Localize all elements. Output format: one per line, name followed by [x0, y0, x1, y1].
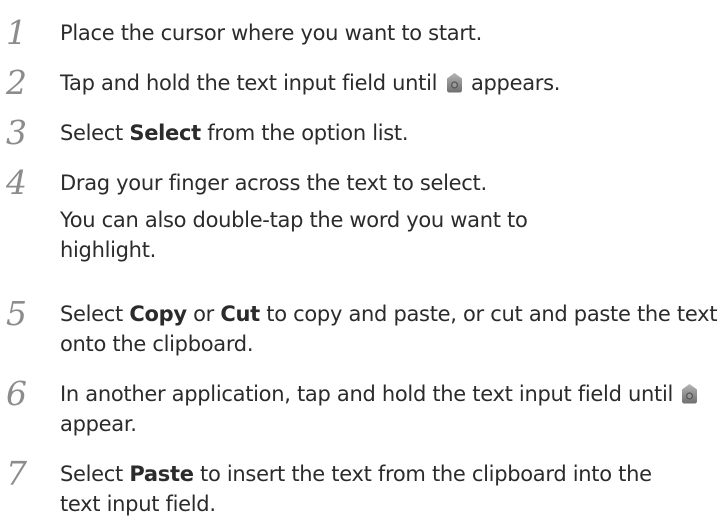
- step-text: Select Select from the option list.: [60, 118, 720, 148]
- step-text: In another application, tap and hold the…: [60, 379, 720, 439]
- step-text: Tap and hold the text input field until …: [60, 68, 720, 98]
- option-select-label: Select: [129, 121, 201, 145]
- instruction-steps: 1 Place the cursor where you want to sta…: [0, 0, 722, 523]
- step-text: Place the cursor where you want to start…: [60, 18, 720, 48]
- cursor-handle-icon: [681, 384, 698, 404]
- step-text: Select Copy or Cut to copy and paste, or…: [60, 299, 720, 359]
- step-number: 1: [6, 13, 27, 52]
- step-4-subtext: You can also double-tap the word you wan…: [60, 208, 528, 262]
- step-6-text-before: In another application, tap and hold the…: [60, 382, 674, 406]
- option-cut-label: Cut: [220, 302, 260, 326]
- step-number: 3: [6, 113, 27, 152]
- step-number: 2: [6, 63, 27, 102]
- step-3-text-after: from the option list.: [200, 121, 409, 145]
- option-paste-label: Paste: [129, 462, 194, 486]
- step-number: 5: [6, 294, 27, 333]
- step-3-text-before: Select: [60, 121, 130, 145]
- step-number: 6: [6, 374, 27, 413]
- step-2-text-before: Tap and hold the text input field until: [60, 71, 438, 95]
- step-1-text: Place the cursor where you want to start…: [60, 21, 482, 45]
- step-number: 7: [6, 454, 27, 493]
- step-7-text-before: Select: [60, 462, 130, 486]
- cursor-handle-icon: [446, 73, 463, 93]
- step-text: Drag your finger across the text to sele…: [60, 168, 620, 265]
- step-number: 4: [6, 163, 27, 202]
- option-copy-label: Copy: [129, 302, 187, 326]
- step-6-text-after: appear.: [60, 412, 137, 436]
- step-4-text: Drag your finger across the text to sele…: [60, 171, 487, 195]
- step-5-text-middle: or: [186, 302, 221, 326]
- step-2-text-after: appears.: [470, 71, 561, 95]
- step-5-text-before: Select: [60, 302, 130, 326]
- step-text: Select Paste to insert the text from the…: [60, 459, 680, 519]
